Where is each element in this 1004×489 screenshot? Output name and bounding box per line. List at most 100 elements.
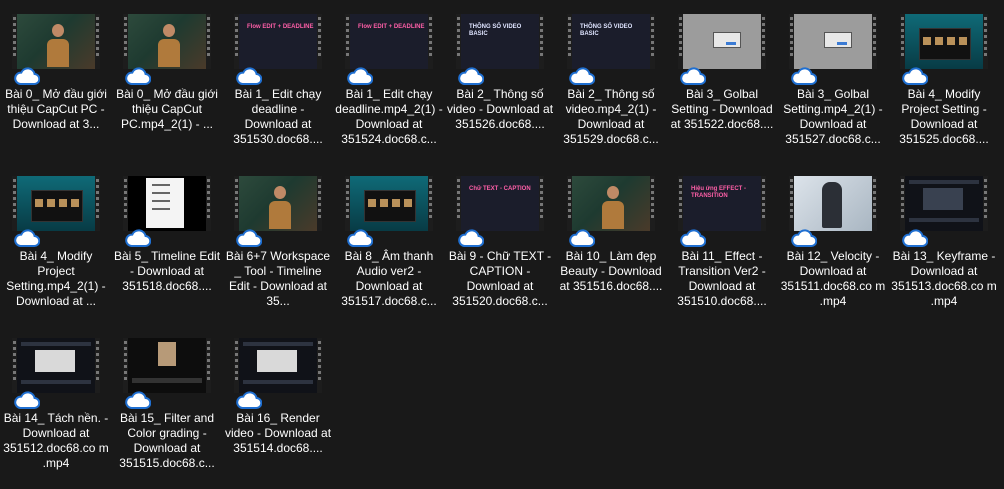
cloud-icon [125, 389, 152, 410]
cloud-icon [680, 65, 707, 86]
video-thumbnail [12, 14, 100, 69]
film-strip-edge [317, 338, 322, 393]
file-item[interactable]: Bài 16_ Render video - Download at 35151… [224, 338, 332, 488]
file-name: Bài 2_ Thông số video.mp4_2(1) - Downloa… [563, 87, 659, 146]
video-thumbnail [234, 176, 322, 231]
film-strip-edge [95, 338, 100, 393]
film-strip-edge [650, 176, 655, 231]
film-strip-edge [872, 176, 877, 231]
video-thumbnail [123, 338, 211, 393]
file-item[interactable]: THÔNG SỐ VIDEO BASIC Bài 2_ Thông số vide… [446, 14, 554, 164]
thumbnail-title: Chữ TEXT - CAPTION [469, 186, 531, 192]
video-thumbnail [900, 176, 988, 231]
film-strip-edge [539, 176, 544, 231]
cloud-icon [14, 389, 41, 410]
film-strip-edge [983, 14, 988, 69]
file-name: Bài 3_ Golbal Setting.mp4_2(1) - Downloa… [783, 87, 883, 146]
file-item[interactable]: Flow EDIT + DEADLINE Bài 1_ Edit chạy dea… [335, 14, 443, 164]
cloud-icon [14, 65, 41, 86]
file-name: Bài 0_ Mở đầu giới thiệu CapCut PC.mp4_2… [116, 87, 218, 131]
film-strip-edge [428, 176, 433, 231]
cloud-icon [902, 227, 929, 248]
video-thumbnail: THÔNG SỐ VIDEO BASIC [456, 14, 544, 69]
video-thumbnail: Flow EDIT + DEADLINE [234, 14, 322, 69]
thumbnail-title: Hiệu ứng EFFECT - TRANSITION [691, 186, 747, 199]
video-thumbnail: Hiệu ứng EFFECT - TRANSITION [678, 176, 766, 231]
video-thumbnail [789, 176, 877, 231]
file-item[interactable]: Bài 6+7 Workspace _ Tool - Timeline Edit… [224, 176, 332, 326]
file-item[interactable]: Flow EDIT + DEADLINE Bài 1_ Edit chạy dea… [224, 14, 332, 164]
cloud-icon [902, 65, 929, 86]
film-strip-edge [539, 14, 544, 69]
file-name: Bài 9 - Chữ TEXT - CAPTION - Download at… [448, 249, 552, 308]
file-name: Bài 14_ Tách nền. - Download at 351512.d… [3, 411, 109, 470]
file-item[interactable]: Bài 5_ Timeline Edit - Download at 35151… [113, 176, 221, 326]
cloud-icon [347, 65, 374, 86]
cloud-icon [236, 227, 263, 248]
cloud-icon [680, 227, 707, 248]
video-thumbnail [123, 176, 211, 231]
cloud-icon [236, 65, 263, 86]
file-name: Bài 11_ Effect - Transition Ver2 - Downl… [677, 249, 767, 308]
film-strip-edge [206, 14, 211, 69]
video-thumbnail: Flow EDIT + DEADLINE [345, 14, 433, 69]
thumbnail-title: THÔNG SỐ VIDEO BASIC [469, 24, 522, 37]
file-name: Bài 5_ Timeline Edit - Download at 35151… [113, 249, 221, 293]
video-thumbnail [345, 176, 433, 231]
file-name: Bài 13_ Keyframe - Download at 351513.do… [891, 249, 997, 308]
film-strip-edge [872, 14, 877, 69]
cloud-icon [569, 227, 596, 248]
file-name: Bài 4_ Modify Project Setting.mp4_2(1) -… [6, 249, 106, 308]
film-strip-edge [95, 14, 100, 69]
thumbnail-title: Flow EDIT + DEADLINE [247, 24, 314, 30]
file-item[interactable]: Bài 4_ Modify Project Setting - Download… [890, 14, 998, 164]
file-name: Bài 1_ Edit chạy deadline - Download at … [233, 87, 323, 146]
file-grid: Bài 0_ Mở đầu giới thiệu CapCut PC - Dow… [0, 0, 1004, 489]
file-name: Bài 16_ Render video - Download at 35151… [224, 411, 332, 455]
video-thumbnail [234, 338, 322, 393]
file-name: Bài 10_ Làm đẹp Beauty - Download at 351… [559, 249, 663, 293]
file-item[interactable]: Bài 14_ Tách nền. - Download at 351512.d… [2, 338, 110, 488]
file-item[interactable]: Bài 13_ Keyframe - Download at 351513.do… [890, 176, 998, 326]
film-strip-edge [650, 14, 655, 69]
file-name: Bài 2_ Thông số video - Download at 3515… [446, 87, 554, 131]
cloud-icon [791, 227, 818, 248]
cloud-icon [14, 227, 41, 248]
file-item[interactable]: Bài 10_ Làm đẹp Beauty - Download at 351… [557, 176, 665, 326]
video-thumbnail [12, 176, 100, 231]
cloud-icon [236, 389, 263, 410]
film-strip-edge [761, 14, 766, 69]
thumbnail-title: Flow EDIT + DEADLINE [358, 24, 425, 30]
film-strip-edge [983, 176, 988, 231]
file-item[interactable]: THÔNG SỐ VIDEO BASIC Bài 2_ Thông số vide… [557, 14, 665, 164]
file-item[interactable]: Bài 12_ Velocity - Download at 351511.do… [779, 176, 887, 326]
file-name: Bài 0_ Mở đầu giới thiệu CapCut PC - Dow… [5, 87, 107, 131]
film-strip-edge [428, 14, 433, 69]
cloud-icon [569, 65, 596, 86]
file-name: Bài 15_ Filter and Color grading - Downl… [119, 411, 215, 470]
cloud-icon [791, 65, 818, 86]
video-thumbnail: THÔNG SỐ VIDEO BASIC [567, 14, 655, 69]
file-item[interactable]: Bài 0_ Mở đầu giới thiệu CapCut PC - Dow… [2, 14, 110, 164]
file-name: Bài 1_ Edit chạy deadline.mp4_2(1) - Dow… [335, 87, 443, 146]
file-item[interactable]: Bài 3_ Golbal Setting - Download at 3515… [668, 14, 776, 164]
file-name: Bài 4_ Modify Project Setting - Download… [899, 87, 989, 146]
video-thumbnail [678, 14, 766, 69]
file-item[interactable]: Bài 3_ Golbal Setting.mp4_2(1) - Downloa… [779, 14, 887, 164]
film-strip-edge [317, 176, 322, 231]
file-name: Bài 8_ Âm thanh Audio ver2 - Download at… [341, 249, 437, 308]
film-strip-edge [317, 14, 322, 69]
film-strip-edge [95, 176, 100, 231]
file-item[interactable]: Chữ TEXT - CAPTION Bài 9 - Chữ TEXT - CAP… [446, 176, 554, 326]
file-item[interactable]: Hiệu ứng EFFECT - TRANSITION Bài 11_ Effe… [668, 176, 776, 326]
video-thumbnail [12, 338, 100, 393]
cloud-icon [458, 65, 485, 86]
file-name: Bài 3_ Golbal Setting - Download at 3515… [670, 87, 774, 131]
cloud-icon [347, 227, 374, 248]
file-item[interactable]: Bài 0_ Mở đầu giới thiệu CapCut PC.mp4_2… [113, 14, 221, 164]
file-item[interactable]: Bài 15_ Filter and Color grading - Downl… [113, 338, 221, 488]
film-strip-edge [206, 176, 211, 231]
thumbnail-title: THÔNG SỐ VIDEO BASIC [580, 24, 633, 37]
file-item[interactable]: Bài 8_ Âm thanh Audio ver2 - Download at… [335, 176, 443, 326]
file-item[interactable]: Bài 4_ Modify Project Setting.mp4_2(1) -… [2, 176, 110, 326]
